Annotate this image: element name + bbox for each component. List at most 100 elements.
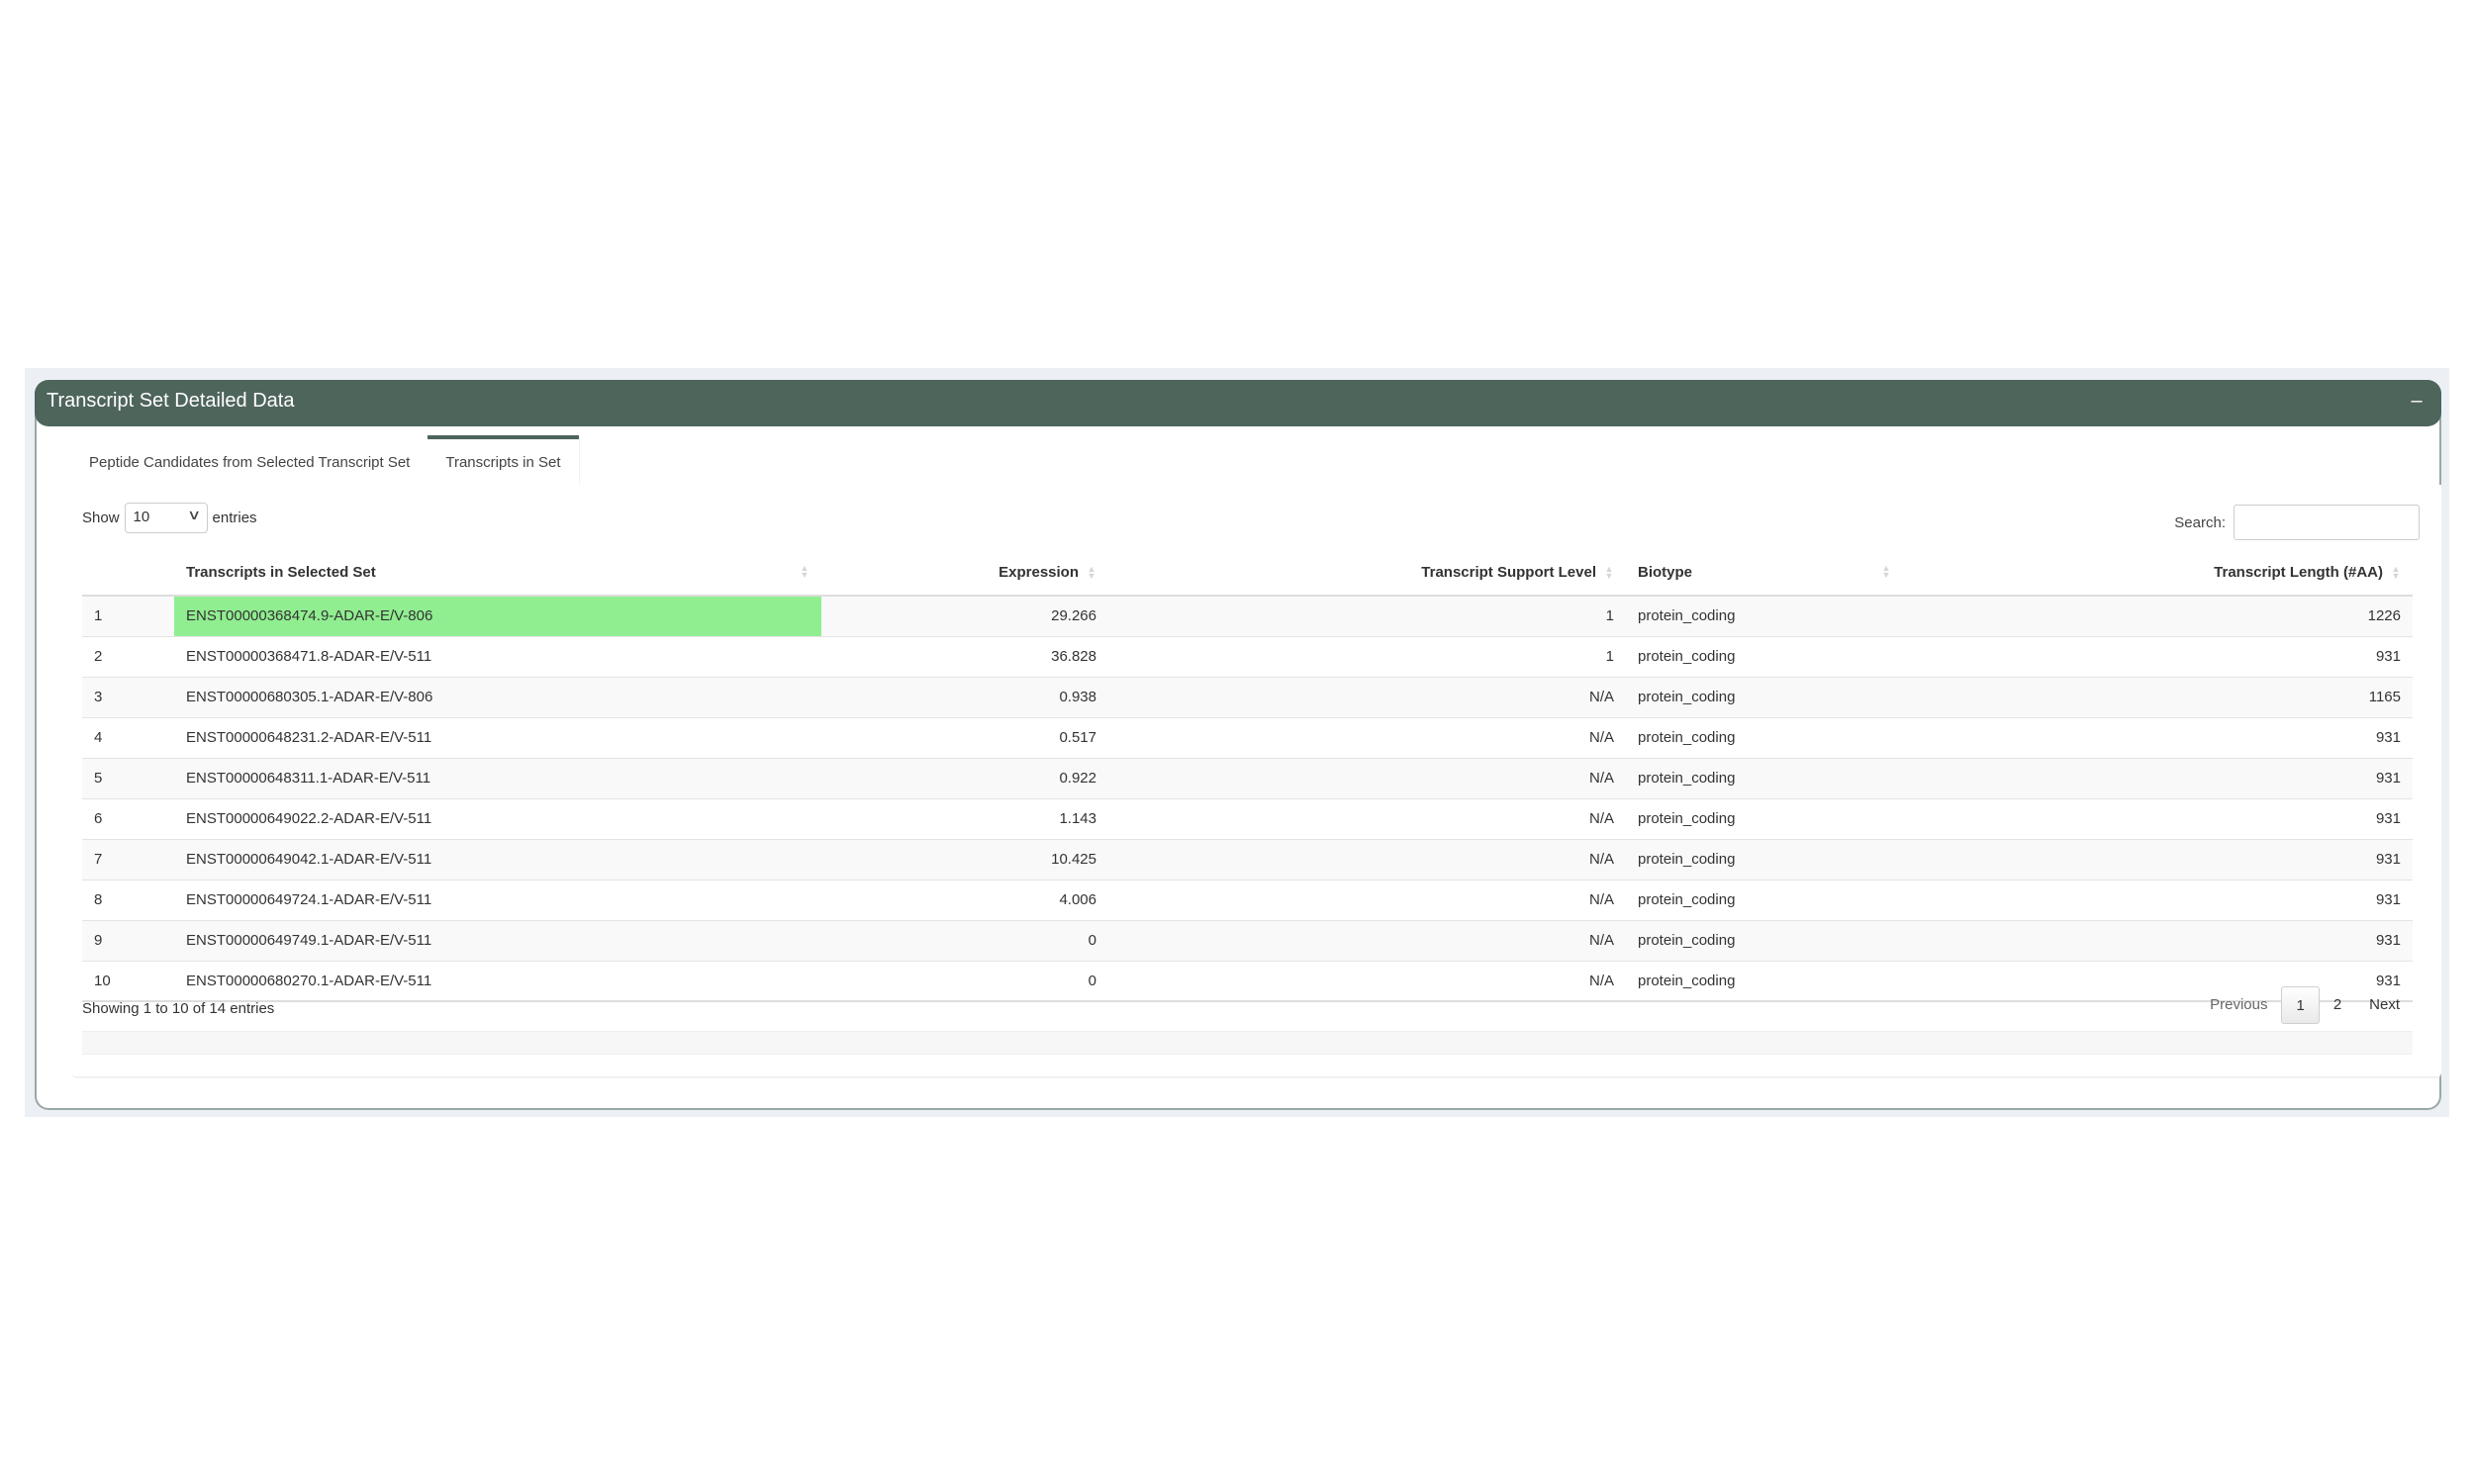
table-row[interactable]: 7 ENST00000649042.1-ADAR-E/V-511 10.425 N/A… bbox=[82, 838, 2413, 880]
biotype-cell: protein_coding bbox=[1626, 960, 1903, 1002]
table-row[interactable]: 2 ENST00000368471.8-ADAR-E/V-511 36.828 1 pr… bbox=[82, 635, 2413, 677]
transcripts-table: Transcripts in Selected Set ▲ ▼ Expression… bbox=[82, 550, 2413, 1002]
page-length-select[interactable]: 10 ∨ bbox=[124, 503, 208, 533]
length-cell: 931 bbox=[1903, 757, 2413, 798]
row-index: 6 bbox=[82, 797, 174, 839]
expression-cell: 0.517 bbox=[821, 716, 1108, 758]
minus-icon[interactable]: – bbox=[2406, 386, 2427, 416]
table-row[interactable]: 5 ENST00000648311.1-ADAR-E/V-511 0.922 N/A p… bbox=[82, 757, 2413, 798]
sort-icon: ▲ ▼ bbox=[1881, 563, 1891, 580]
tsl-cell: N/A bbox=[1108, 716, 1626, 758]
row-index: 7 bbox=[82, 838, 174, 880]
page-length-value: 10 bbox=[133, 509, 150, 525]
previous-page-button[interactable]: Previous bbox=[2196, 986, 2281, 1024]
expression-cell: 4.006 bbox=[821, 879, 1108, 920]
row-index: 1 bbox=[82, 595, 174, 636]
next-page-button[interactable]: Next bbox=[2355, 986, 2414, 1024]
expression-cell: 0.922 bbox=[821, 757, 1108, 798]
tsl-cell: N/A bbox=[1108, 879, 1626, 920]
row-index: 4 bbox=[82, 716, 174, 758]
row-index: 5 bbox=[82, 757, 174, 798]
table-row[interactable]: 8 ENST00000649724.1-ADAR-E/V-511 4.006 N/A p… bbox=[82, 879, 2413, 920]
biotype-cell: protein_coding bbox=[1626, 838, 1903, 880]
column-header-expression[interactable]: Expression ▲ ▼ bbox=[821, 550, 1108, 597]
column-header-biotype[interactable]: Biotype ▲ ▼ bbox=[1626, 550, 1903, 597]
transcript-cell: ENST00000680270.1-ADAR-E/V-511 bbox=[174, 960, 821, 1002]
transcript-cell: ENST00000680305.1-ADAR-E/V-806 bbox=[174, 676, 821, 717]
show-label: Show bbox=[82, 510, 120, 526]
biotype-cell: protein_coding bbox=[1626, 757, 1903, 798]
biotype-cell: protein_coding bbox=[1626, 879, 1903, 920]
search-label: Search: bbox=[2174, 513, 2226, 531]
tsl-cell: 1 bbox=[1108, 595, 1626, 636]
expression-cell: 0.938 bbox=[821, 676, 1108, 717]
column-header-length[interactable]: Transcript Length (#AA) ▲ ▼ bbox=[1903, 550, 2413, 597]
expression-cell: 0 bbox=[821, 919, 1108, 961]
transcript-cell: ENST00000649749.1-ADAR-E/V-511 bbox=[174, 919, 821, 961]
panel-title: Transcript Set Detailed Data bbox=[47, 390, 295, 412]
biotype-cell: protein_coding bbox=[1626, 595, 1903, 636]
panel-header: Transcript Set Detailed Data – bbox=[35, 380, 2441, 426]
table-info: Showing 1 to 10 of 14 entries bbox=[82, 1000, 275, 1017]
expression-cell: 36.828 bbox=[821, 635, 1108, 677]
biotype-cell: protein_coding bbox=[1626, 919, 1903, 961]
tsl-cell: N/A bbox=[1108, 919, 1626, 961]
column-header-index bbox=[82, 550, 174, 597]
search-input[interactable] bbox=[2234, 505, 2420, 540]
sort-icon: ▲ ▼ bbox=[1604, 564, 1614, 582]
tab-content: Show 10 ∨ entries Search: Transcripts in… bbox=[71, 485, 2441, 1078]
entries-label: entries bbox=[212, 510, 257, 526]
table-row[interactable]: 4 ENST00000648231.2-ADAR-E/V-511 0.517 N/A p… bbox=[82, 716, 2413, 758]
table-body: 1 ENST00000368474.9-ADAR-E/V-806 29.266 1 pr… bbox=[82, 595, 2413, 1002]
page-frame: Transcript Set Detailed Data – Peptide C… bbox=[25, 368, 2449, 1117]
sort-icon: ▲ ▼ bbox=[1087, 564, 1096, 582]
sort-icon: ▲ ▼ bbox=[2391, 564, 2401, 582]
length-cell: 931 bbox=[1903, 879, 2413, 920]
transcript-cell: ENST00000649724.1-ADAR-E/V-511 bbox=[174, 879, 821, 920]
search-control: Search: bbox=[2174, 505, 2420, 540]
column-header-tsl[interactable]: Transcript Support Level ▲ ▼ bbox=[1108, 550, 1626, 597]
sort-icon: ▲ ▼ bbox=[800, 563, 809, 580]
row-index: 2 bbox=[82, 635, 174, 677]
transcript-cell: ENST00000648311.1-ADAR-E/V-511 bbox=[174, 757, 821, 798]
row-index: 9 bbox=[82, 919, 174, 961]
transcript-cell: ENST00000368474.9-ADAR-E/V-806 bbox=[174, 595, 821, 636]
expression-cell: 29.266 bbox=[821, 595, 1108, 636]
tab-bar: Peptide Candidates from Selected Transcr… bbox=[71, 435, 579, 485]
table-header-row: Transcripts in Selected Set ▲ ▼ Expression… bbox=[82, 550, 2413, 597]
length-cell: 931 bbox=[1903, 838, 2413, 880]
tab-transcripts-in-set[interactable]: Transcripts in Set bbox=[428, 435, 579, 485]
pagination: Previous 1 2 Next bbox=[2196, 986, 2414, 1024]
transcript-cell: ENST00000649022.2-ADAR-E/V-511 bbox=[174, 797, 821, 839]
horizontal-scrollbar[interactable] bbox=[82, 1031, 2413, 1055]
table-row[interactable]: 9 ENST00000649749.1-ADAR-E/V-511 0 N/A prote… bbox=[82, 919, 2413, 961]
length-cell: 1165 bbox=[1903, 676, 2413, 717]
biotype-cell: protein_coding bbox=[1626, 635, 1903, 677]
table-row[interactable]: 6 ENST00000649022.2-ADAR-E/V-511 1.143 N/A p… bbox=[82, 797, 2413, 839]
row-index: 3 bbox=[82, 676, 174, 717]
row-index: 8 bbox=[82, 879, 174, 920]
page-button-2[interactable]: 2 bbox=[2320, 986, 2355, 1024]
table-row[interactable]: 10 ENST00000680270.1-ADAR-E/V-511 0 N/A prot… bbox=[82, 960, 2413, 1002]
tsl-cell: N/A bbox=[1108, 797, 1626, 839]
expression-cell: 10.425 bbox=[821, 838, 1108, 880]
length-cell: 931 bbox=[1903, 716, 2413, 758]
chevron-down-icon: ∨ bbox=[187, 507, 202, 522]
tsl-cell: N/A bbox=[1108, 838, 1626, 880]
tsl-cell: N/A bbox=[1108, 757, 1626, 798]
tab-peptide-candidates[interactable]: Peptide Candidates from Selected Transcr… bbox=[71, 435, 428, 485]
biotype-cell: protein_coding bbox=[1626, 797, 1903, 839]
expression-cell: 1.143 bbox=[821, 797, 1108, 839]
column-header-transcript[interactable]: Transcripts in Selected Set ▲ ▼ bbox=[174, 550, 821, 597]
page-button-1[interactable]: 1 bbox=[2281, 986, 2320, 1024]
tsl-cell: N/A bbox=[1108, 960, 1626, 1002]
biotype-cell: protein_coding bbox=[1626, 716, 1903, 758]
transcript-cell: ENST00000648231.2-ADAR-E/V-511 bbox=[174, 716, 821, 758]
length-cell: 931 bbox=[1903, 635, 2413, 677]
length-cell: 1226 bbox=[1903, 595, 2413, 636]
table-row[interactable]: 1 ENST00000368474.9-ADAR-E/V-806 29.266 1 pr… bbox=[82, 595, 2413, 636]
table-row[interactable]: 3 ENST00000680305.1-ADAR-E/V-806 0.938 N/A p… bbox=[82, 676, 2413, 717]
page-length-control: Show 10 ∨ entries bbox=[82, 503, 257, 533]
length-cell: 931 bbox=[1903, 919, 2413, 961]
expression-cell: 0 bbox=[821, 960, 1108, 1002]
